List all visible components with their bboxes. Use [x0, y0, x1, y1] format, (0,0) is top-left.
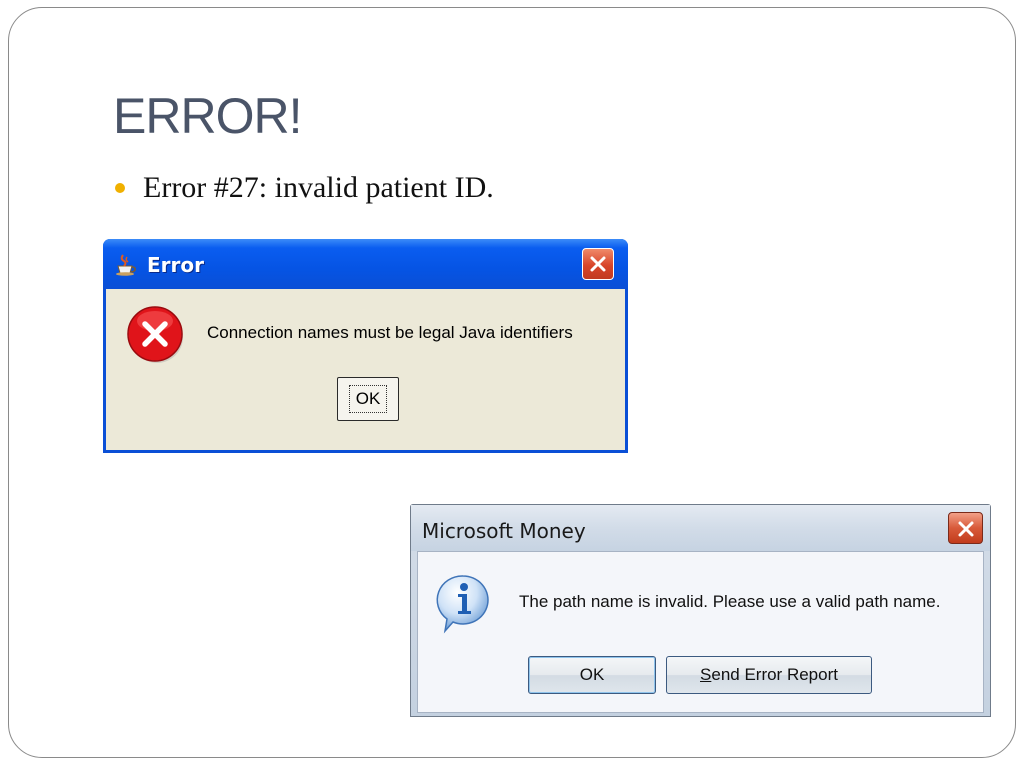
- ok-button-label: OK: [579, 665, 605, 684]
- close-button[interactable]: [948, 512, 983, 544]
- dialog-title: Error: [147, 253, 204, 277]
- slide-title: ERROR!: [113, 88, 302, 144]
- java-error-dialog: Error Connection names must be legal Jav…: [103, 239, 628, 453]
- close-icon: [590, 256, 606, 272]
- ok-button-label: OK: [348, 385, 388, 413]
- error-icon: [126, 305, 186, 370]
- send-error-report-button[interactable]: Send Error Report: [666, 656, 872, 694]
- dialog-titlebar[interactable]: Error: [103, 239, 628, 289]
- java-app-icon: [112, 251, 138, 277]
- dialog-body: Connection names must be legal Java iden…: [106, 289, 625, 450]
- microsoft-money-dialog: Microsoft Money The path name is invalid…: [410, 504, 991, 717]
- close-button[interactable]: [582, 248, 614, 280]
- close-icon: [958, 521, 974, 537]
- send-error-report-label: Send Error Report: [700, 665, 838, 684]
- bullet-item: Error #27: invalid patient ID.: [115, 170, 494, 206]
- ok-button[interactable]: OK: [528, 656, 656, 694]
- bullet-dot: [115, 183, 125, 193]
- dialog-title: Microsoft Money: [422, 519, 586, 543]
- bullet-text: Error #27: invalid patient ID.: [143, 171, 494, 204]
- ok-button[interactable]: OK: [337, 377, 399, 421]
- dialog-body: The path name is invalid. Please use a v…: [417, 551, 984, 713]
- dialog-message: Connection names must be legal Java iden…: [207, 323, 573, 342]
- dialog-titlebar[interactable]: Microsoft Money: [411, 505, 990, 551]
- info-icon: [434, 572, 494, 639]
- dialog-message: The path name is invalid. Please use a v…: [519, 592, 941, 611]
